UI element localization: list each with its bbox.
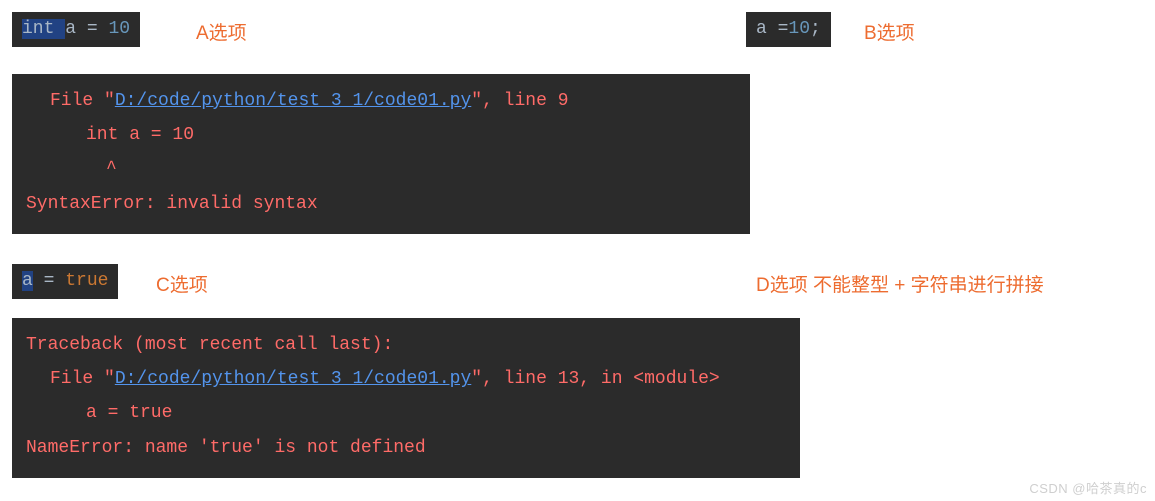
option-d-label: D选项 不能整型 + 字符串进行拼接 [756, 270, 1044, 297]
error-block-c: Traceback (most recent call last): File … [12, 318, 800, 478]
error-file-link[interactable]: D:/code/python/test_3_1/code01.py [115, 91, 471, 111]
option-c-label: C选项 [156, 270, 208, 297]
error-c-line3: a = true [26, 396, 786, 430]
error-file-link[interactable]: D:/code/python/test_3_1/code01.py [115, 369, 471, 389]
error-c-line4: NameError: name 'true' is not defined [26, 431, 786, 465]
option-b-label: B选项 [864, 18, 915, 45]
error-text: ", line 13, in <module> [471, 369, 719, 389]
error-c-line2: File "D:/code/python/test_3_1/code01.py"… [26, 362, 786, 396]
code-snippet-b: a =10; [746, 12, 831, 47]
code-text: a =10; [756, 19, 821, 39]
error-c-line1: Traceback (most recent call last): [26, 328, 786, 362]
watermark: CSDN @哈茶真的c [1029, 478, 1147, 497]
error-block-a: File "D:/code/python/test_3_1/code01.py"… [12, 74, 750, 234]
error-text: File " [50, 369, 115, 389]
code-snippet-c: a = true [12, 264, 118, 299]
error-a-caret: ^ [26, 152, 736, 186]
error-a-line2: int a = 10 [26, 118, 736, 152]
option-a-label: A选项 [196, 18, 247, 45]
error-text: ", line 9 [471, 91, 568, 111]
error-text: File " [50, 91, 115, 111]
code-text: a = true [22, 271, 108, 291]
error-a-line4: SyntaxError: invalid syntax [26, 187, 736, 221]
error-a-line1: File "D:/code/python/test_3_1/code01.py"… [26, 84, 736, 118]
code-snippet-a: int a = 10 [12, 12, 140, 47]
code-text: int a = 10 [22, 19, 130, 39]
